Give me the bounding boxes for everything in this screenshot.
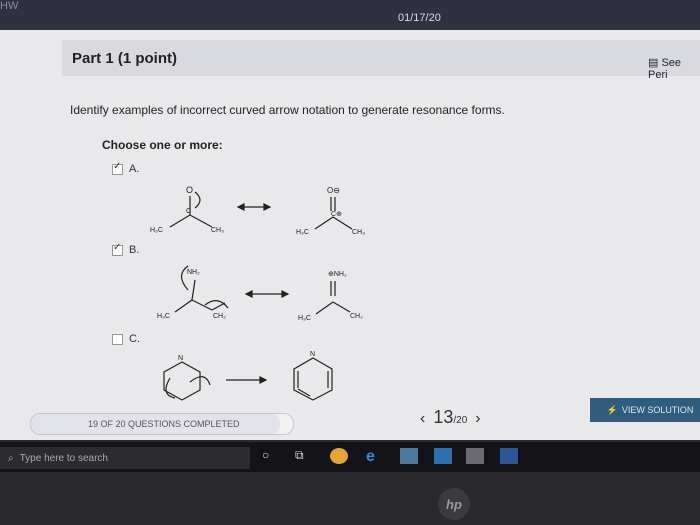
bolt-icon: ⚡ [606,404,618,415]
folder-icon[interactable] [400,448,418,464]
b-right-h3c: H₃C [298,315,311,322]
page-current: 13 [433,407,454,427]
hp-logo: hp [438,488,470,520]
pager: ‹ 13/20 › [420,407,481,428]
a-left-c: C [186,208,191,215]
page-total: /20 [453,415,468,426]
chrome-icon[interactable] [330,448,348,464]
c-right-n: N [310,351,315,358]
task-view-icon[interactable]: ⧉ [295,448,313,464]
b-right-ch2: CH₂ [350,313,363,320]
progress-text: 19 OF 20 QUESTIONS COMPLETED [88,419,240,429]
b-left-nh2: NH₂ [187,269,200,276]
word-icon[interactable] [500,448,518,464]
taskbar-app-icon[interactable] [466,448,484,464]
a-right-h3c: H₃C [296,229,309,236]
a-right-o: O⊖ [327,186,340,195]
a-right-ch3: CH₃ [352,229,365,236]
a-left-ch3: CH₃ [211,227,224,234]
view-solution-button[interactable]: ⚡ VIEW SOLUTION [590,398,700,422]
b-left-h3c: H₃C [157,313,170,320]
a-left-h3c: H₃C [150,227,163,234]
view-solution-label: VIEW SOLUTION [621,405,694,415]
search-placeholder: Type here to search [19,452,108,464]
c-left-n: N [178,355,183,362]
next-page-icon[interactable]: › [475,410,480,428]
ring-icon[interactable]: ○ [262,448,280,464]
a-left-o: O [186,185,193,195]
b-right-nh2: ⊕NH₂ [328,271,347,278]
prev-page-icon[interactable]: ‹ [420,410,425,428]
a-right-c: C⊕ [331,211,342,218]
search-icon: ⌕ [8,452,14,464]
outlook-icon[interactable] [434,448,452,464]
laptop-bezel [0,472,700,525]
b-left-ch2: CH₂ [213,313,226,320]
taskbar-search[interactable]: ⌕ Type here to search [0,447,250,469]
edge-icon[interactable]: e [366,448,384,465]
